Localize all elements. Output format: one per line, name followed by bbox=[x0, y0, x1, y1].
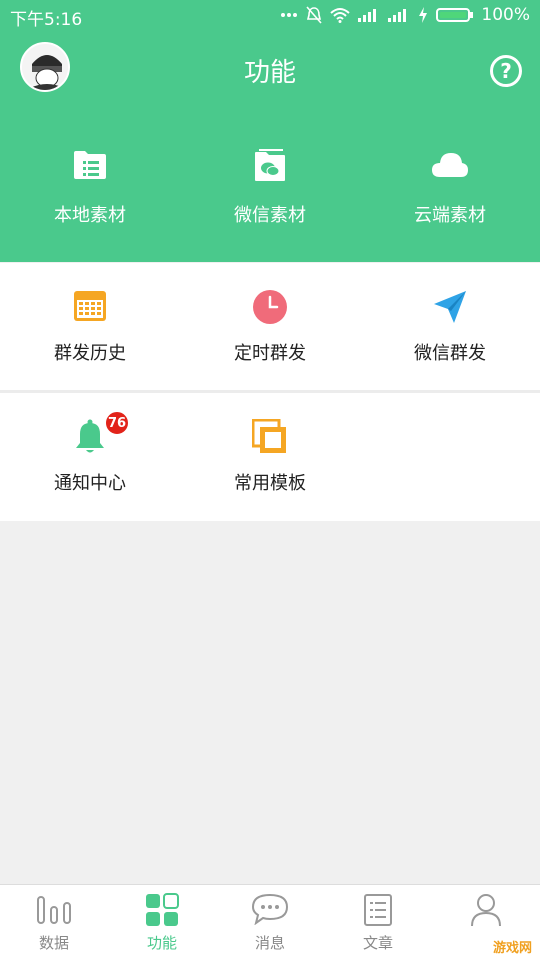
top-item-local[interactable]: 本地素材 bbox=[0, 145, 180, 227]
bell-icon bbox=[76, 419, 104, 453]
status-time: 下午5:16 bbox=[10, 10, 83, 30]
paper-plane-icon bbox=[434, 291, 466, 323]
bar-chart-icon bbox=[37, 896, 71, 924]
grid-icon bbox=[146, 893, 179, 926]
top-item-label: 微信素材 bbox=[234, 205, 306, 226]
battery-level: 100% bbox=[481, 5, 530, 25]
tab-label: 消息 bbox=[254, 934, 285, 952]
tab-label: 数据 bbox=[38, 934, 69, 952]
calendar-icon bbox=[74, 291, 106, 321]
top-item-cloud[interactable]: 云端素材 bbox=[360, 145, 540, 227]
battery-icon bbox=[436, 8, 471, 22]
feature-scheduled-send[interactable]: 定时群发 bbox=[180, 263, 360, 390]
tab-data[interactable]: 数据 bbox=[0, 885, 108, 960]
wechat-folder-icon bbox=[255, 149, 285, 181]
feature-wechat-send[interactable]: 微信群发 bbox=[360, 263, 540, 390]
feature-mass-history[interactable]: 群发历史 bbox=[0, 263, 180, 390]
notification-badge: 76 bbox=[105, 411, 129, 435]
charging-icon bbox=[419, 7, 428, 23]
header: 下午5:16 100% 功能 ? 本地素材 微信素材 云端素材 bbox=[0, 0, 540, 262]
tab-messages[interactable]: 消息 bbox=[216, 885, 324, 960]
more-dots-icon bbox=[281, 13, 298, 17]
top-item-label: 云端素材 bbox=[414, 205, 486, 226]
feature-row-1: 群发历史 定时群发 微信群发 bbox=[0, 263, 540, 390]
wifi-icon bbox=[330, 8, 351, 23]
feature-label: 微信群发 bbox=[414, 343, 486, 364]
mute-bell-icon bbox=[306, 6, 322, 24]
status-icons: 100% bbox=[280, 5, 530, 25]
top-item-wechat[interactable]: 微信素材 bbox=[180, 145, 360, 227]
page-title: 功能 bbox=[243, 58, 296, 88]
tab-functions[interactable]: 功能 bbox=[108, 885, 216, 960]
status-bar: 下午5:16 100% bbox=[0, 0, 540, 30]
tab-articles[interactable]: 文章 bbox=[324, 885, 432, 960]
feature-label: 通知中心 bbox=[54, 473, 126, 494]
tab-label: 功能 bbox=[146, 934, 177, 952]
tab-label: 文章 bbox=[362, 934, 393, 952]
folder-list-icon bbox=[74, 151, 106, 179]
cloud-icon bbox=[432, 153, 468, 177]
feature-row-2: 76 通知中心 常用模板 bbox=[0, 393, 540, 521]
feature-notification-center[interactable]: 76 通知中心 bbox=[0, 393, 180, 521]
help-button[interactable]: ? bbox=[490, 55, 522, 87]
clock-icon bbox=[253, 290, 287, 324]
template-icon bbox=[252, 419, 286, 453]
feature-label: 常用模板 bbox=[234, 473, 306, 494]
chat-bubble-icon bbox=[251, 893, 289, 925]
feature-templates[interactable]: 常用模板 bbox=[180, 393, 360, 521]
signal-icon bbox=[358, 9, 377, 22]
feature-label: 群发历史 bbox=[54, 343, 126, 364]
signal-icon-2 bbox=[388, 9, 407, 22]
feature-label: 定时群发 bbox=[234, 343, 306, 364]
document-icon bbox=[364, 894, 392, 926]
person-icon bbox=[471, 894, 501, 927]
watermark: 游戏网 bbox=[492, 941, 532, 956]
bottom-tab-bar: 数据 功能 消息 文章 游戏网 bbox=[0, 884, 540, 960]
top-item-label: 本地素材 bbox=[54, 205, 126, 226]
